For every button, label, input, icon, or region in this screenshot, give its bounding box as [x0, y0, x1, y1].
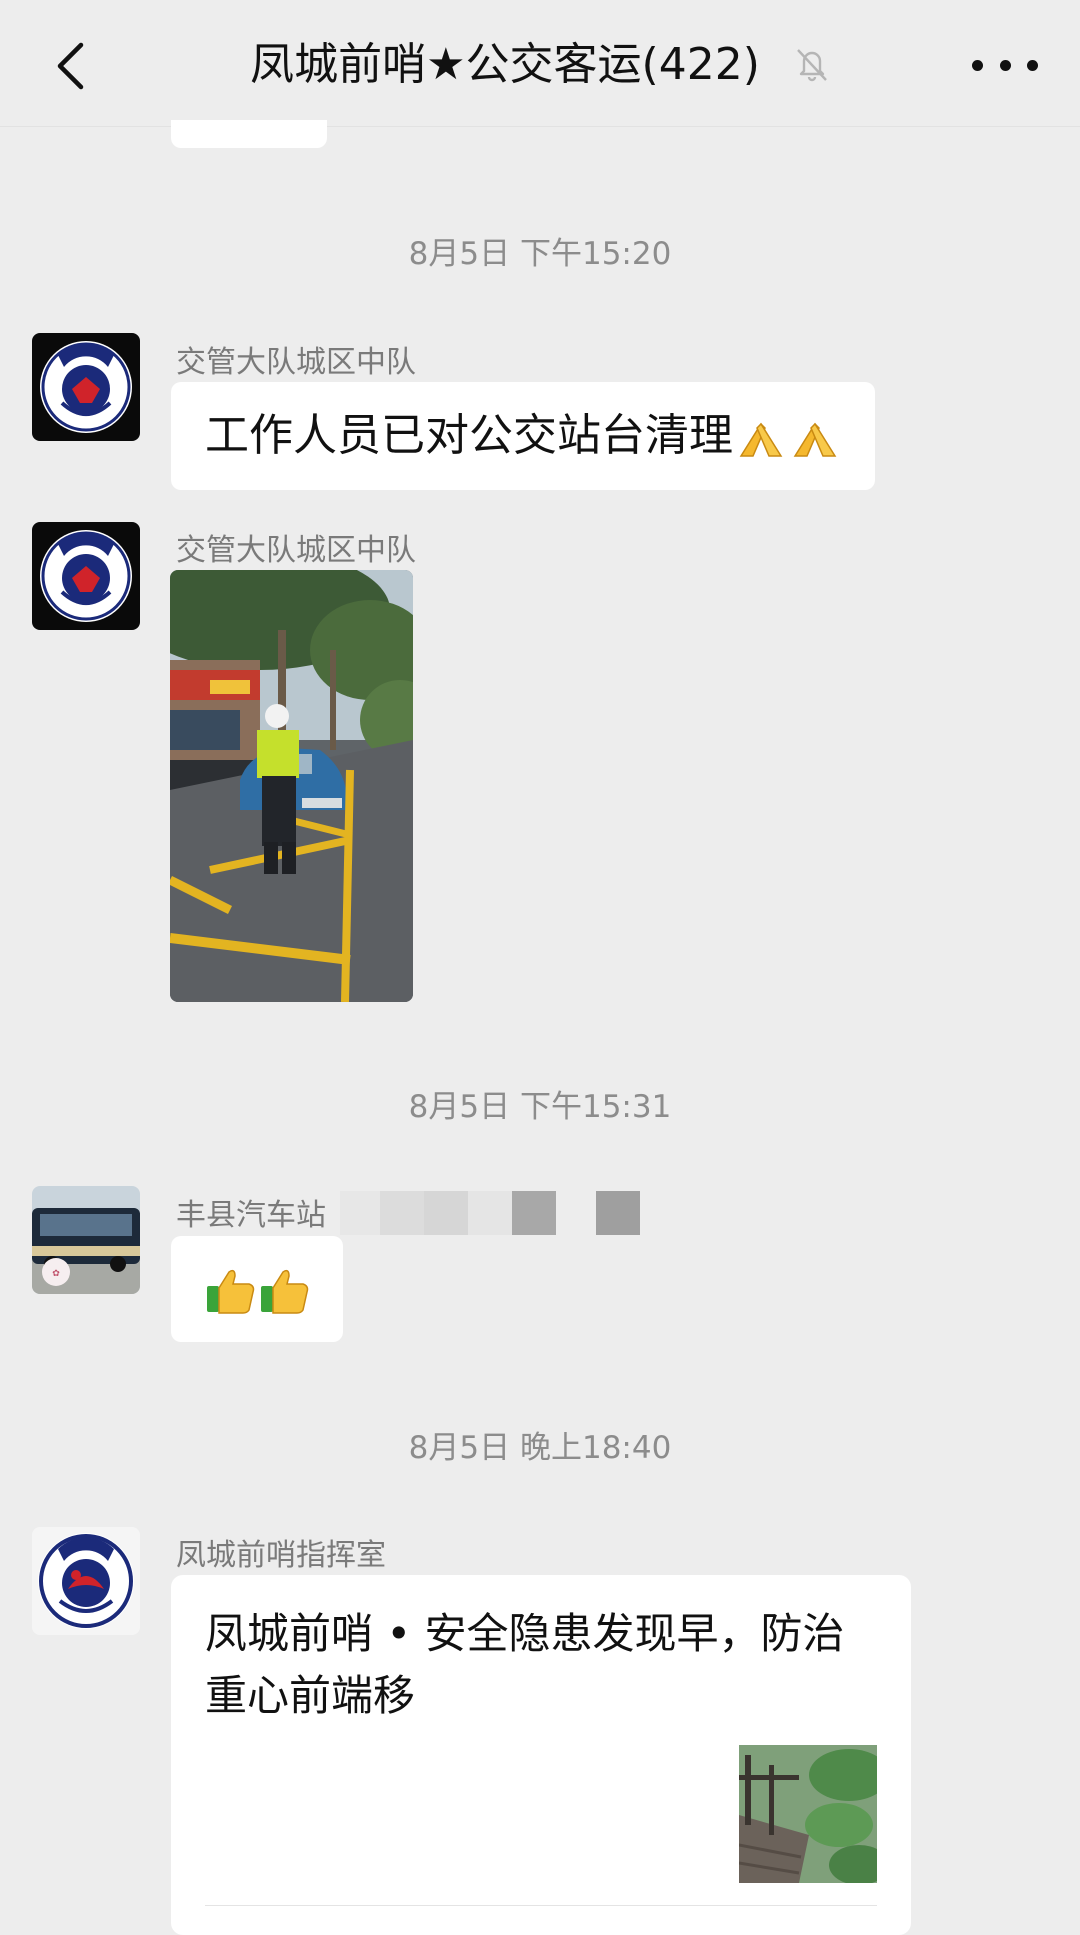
previous-message-bubble[interactable] [171, 120, 327, 148]
sender-name: 交管大队城区中队 [176, 345, 416, 380]
more-dots-icon[interactable] [972, 40, 1038, 90]
sender-name: 凤城前哨指挥室 [176, 1538, 386, 1573]
article-thumbnail [739, 1745, 877, 1883]
sender-name: 交管大队城区中队 [176, 533, 416, 568]
street-photo[interactable] [170, 570, 413, 1002]
message-bubble[interactable] [171, 1236, 343, 1342]
chevron-left-icon[interactable] [40, 36, 100, 96]
timestamp: 8月5日 下午15:20 [408, 236, 672, 272]
avatar[interactable] [32, 522, 140, 630]
sender-name: 丰县汽车站 [176, 1198, 326, 1233]
article-card[interactable]: 凤城前哨 • 安全隐患发现早，防治重心前端移 [171, 1575, 911, 1935]
divider [205, 1905, 877, 1906]
avatar[interactable] [32, 333, 140, 441]
praying-hands-icon [739, 422, 783, 457]
article-title: 凤城前哨 • 安全隐患发现早，防治重心前端移 [205, 1609, 845, 1720]
timestamp: 8月5日 下午15:31 [408, 1089, 672, 1125]
svg-text:✿: ✿ [52, 1269, 60, 1279]
thumbs-up-icon [207, 1269, 309, 1314]
chat-title: 凤城前哨★公交客运(422) [250, 39, 760, 90]
avatar[interactable]: ✿ [32, 1186, 140, 1294]
bell-muted-icon [792, 44, 832, 84]
praying-hands-icon [793, 422, 837, 457]
chat-header: 凤城前哨★公交客运(422) [0, 0, 1080, 127]
timestamp: 8月5日 晚上18:40 [408, 1430, 672, 1466]
message-text: 工作人员已对公交站台清理 [205, 410, 733, 461]
redacted-mosaic [340, 1191, 640, 1235]
message-bubble[interactable]: 工作人员已对公交站台清理 [171, 382, 875, 490]
avatar[interactable] [32, 1527, 140, 1635]
